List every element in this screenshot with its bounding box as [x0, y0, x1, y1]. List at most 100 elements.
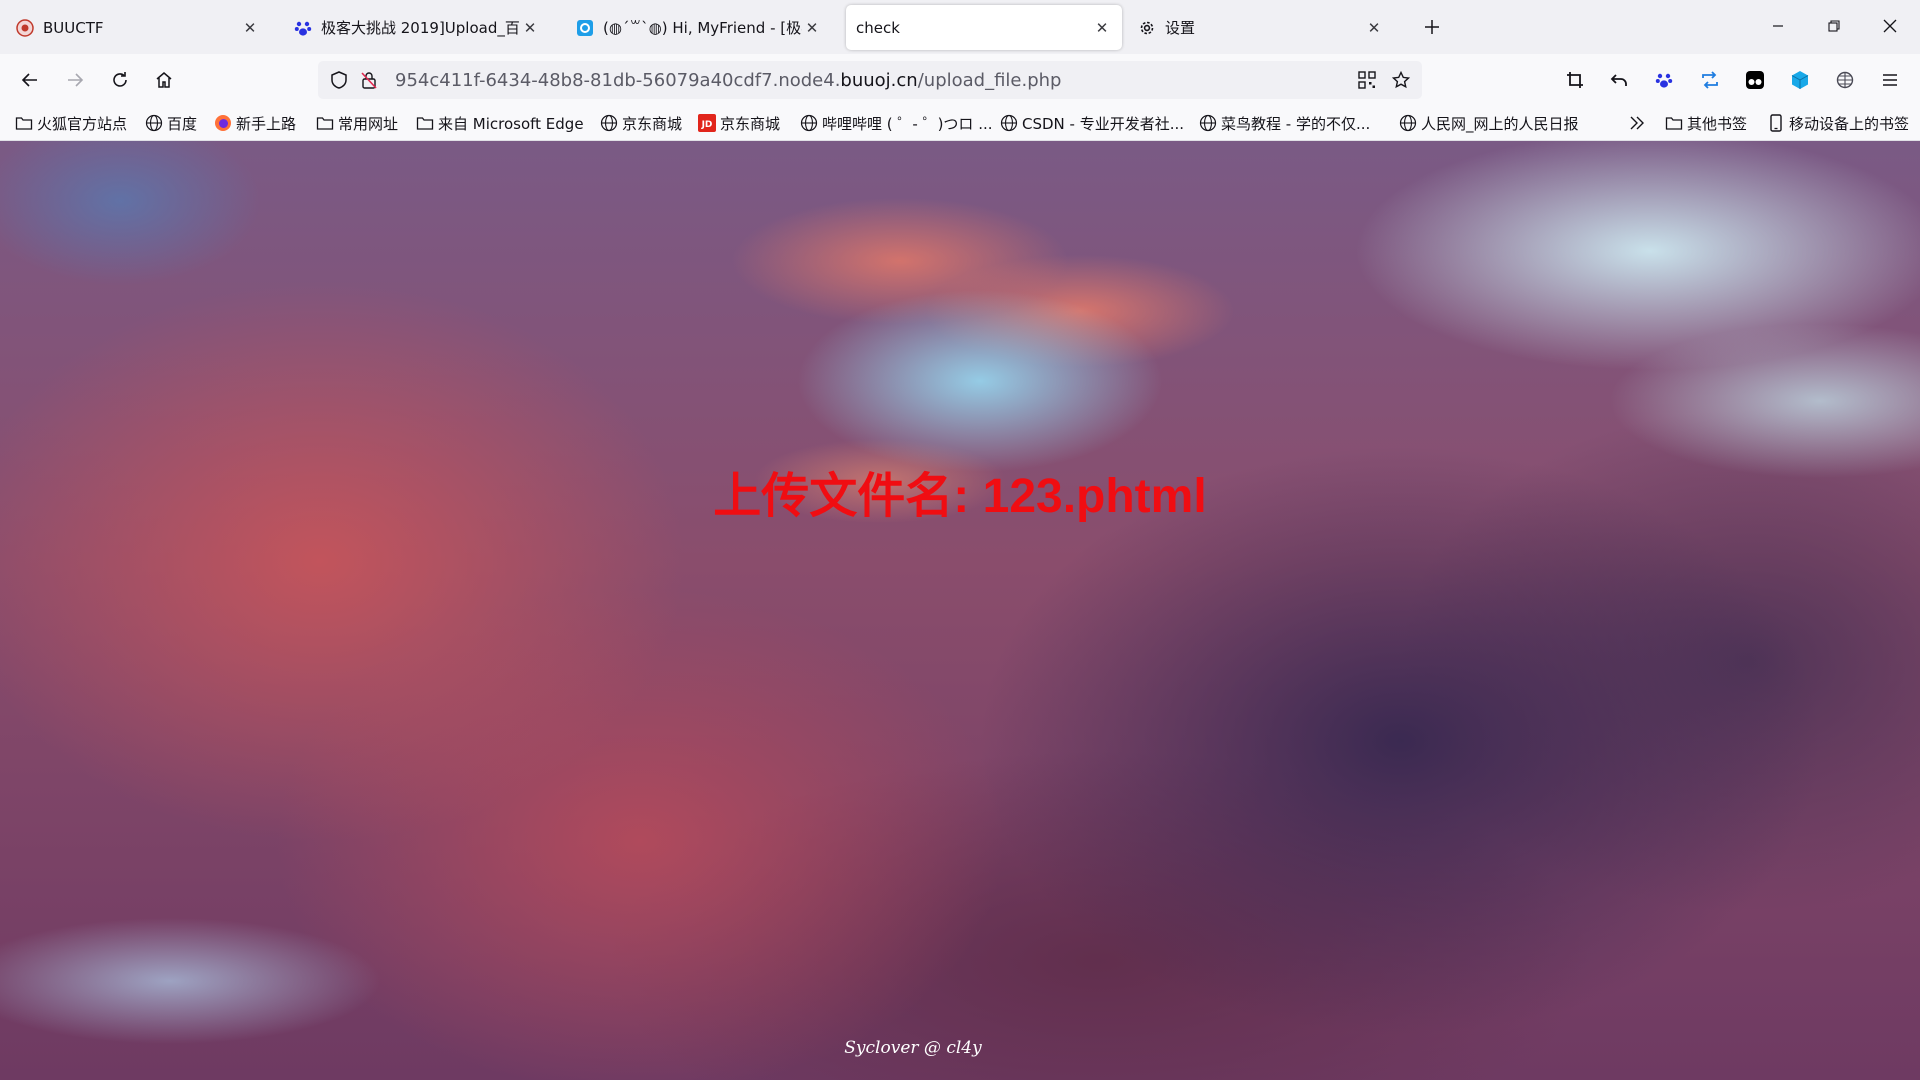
globe-icon: [800, 114, 818, 132]
baidu-paw-icon: [294, 19, 312, 37]
bookmark-item[interactable]: JD 京东商城: [698, 111, 780, 135]
globe-icon: [1000, 114, 1018, 132]
bookmark-item[interactable]: 百度: [145, 111, 197, 135]
bookmark-label: 哔哩哔哩 ( ゜- ゜)つロ ...: [822, 114, 993, 133]
close-window-button[interactable]: [1868, 6, 1912, 46]
tampermonkey-button[interactable]: [1739, 64, 1771, 96]
bookmark-label: 人民网_网上的人民日报: [1421, 114, 1579, 133]
bookmark-item-other[interactable]: 其他书签: [1665, 111, 1747, 135]
tab-hi-myfriend[interactable]: (◍´꒳`◍) Hi, MyFriend - [极客大 ✕: [566, 5, 832, 50]
folder-icon: [1665, 114, 1683, 132]
reload-button[interactable]: [104, 64, 136, 96]
menu-button[interactable]: [1874, 64, 1906, 96]
mobile-icon: [1767, 114, 1785, 132]
url-path: /upload_file.php: [917, 70, 1062, 91]
bookmark-item[interactable]: 常用网址: [316, 111, 398, 135]
tab-check[interactable]: check ✕: [846, 5, 1122, 50]
bookmark-item[interactable]: 新手上路: [214, 111, 296, 135]
close-tab-icon[interactable]: ✕: [240, 18, 260, 38]
globe-icon: [600, 114, 618, 132]
globe-icon: [1399, 114, 1417, 132]
buuctf-logo-icon: [16, 18, 34, 37]
navigation-toolbar: 954c411f-6434-48b8-81db-56079a40cdf7.nod…: [0, 54, 1920, 106]
close-tab-icon[interactable]: ✕: [802, 18, 822, 38]
forward-button[interactable]: [59, 64, 91, 96]
bookmark-item[interactable]: 哔哩哔哩 ( ゜- ゜)つロ ...: [800, 111, 993, 135]
bookmark-label: 火狐官方站点: [37, 114, 128, 133]
upload-result-message: 上传文件名: 123.phtml: [713, 470, 1207, 523]
minimize-icon: [1773, 25, 1783, 27]
bookmark-label: 京东商城: [622, 114, 683, 133]
bookmark-label: 京东商城: [720, 114, 781, 133]
tab-title: (◍´꒳`◍) Hi, MyFriend - [极客大: [603, 19, 802, 37]
cube-icon: [1791, 71, 1809, 89]
home-button[interactable]: [148, 64, 180, 96]
tab-strip: BUUCTF ✕ 极客大挑战 2019]Upload_百度 ✕ (◍´꒳`◍) …: [0, 0, 1920, 54]
bookmark-star-icon[interactable]: [1390, 69, 1412, 91]
svg-text:JD: JD: [701, 120, 713, 130]
folder-icon: [15, 114, 33, 132]
page-content: 上传文件名: 123.phtml Syclover @ cl4y: [0, 141, 1920, 1080]
tracking-shield-icon[interactable]: [328, 69, 350, 91]
bookmark-label: 菜鸟教程 - 学的不仅...: [1221, 114, 1371, 133]
bookmark-item-mobile[interactable]: 移动设备上的书签: [1767, 111, 1909, 135]
bookmarks-overflow-button[interactable]: [1628, 111, 1650, 135]
bookmark-label: 百度: [167, 114, 198, 133]
globe-icon: [145, 114, 163, 132]
folder-icon: [416, 114, 434, 132]
undo-close-tab-button[interactable]: [1603, 64, 1635, 96]
folder-icon: [316, 114, 334, 132]
bookmark-label: 移动设备上的书签: [1789, 114, 1910, 133]
sync-extension-button[interactable]: [1694, 64, 1726, 96]
minimize-button[interactable]: [1756, 6, 1800, 46]
bookmark-label: 常用网址: [338, 114, 399, 133]
qr-code-icon[interactable]: [1356, 69, 1378, 91]
close-tab-icon[interactable]: ✕: [520, 18, 540, 38]
reload-icon: [113, 72, 127, 87]
address-bar[interactable]: 954c411f-6434-48b8-81db-56079a40cdf7.nod…: [318, 61, 1422, 99]
insecure-lock-icon[interactable]: [358, 69, 380, 91]
bookmark-item[interactable]: 菜鸟教程 - 学的不仅...: [1199, 111, 1370, 135]
tab-upload-baidu[interactable]: 极客大挑战 2019]Upload_百度 ✕: [284, 5, 550, 50]
bookmark-item[interactable]: 人民网_网上的人民日报: [1399, 111, 1579, 135]
close-tab-icon[interactable]: ✕: [1092, 18, 1112, 38]
footer-credit: Syclover @ cl4y: [844, 1038, 982, 1058]
home-icon: [156, 72, 172, 88]
tab-buuctf[interactable]: BUUCTF ✕: [6, 5, 270, 50]
crop-icon: [1567, 72, 1583, 88]
double-chevron-right-icon: [1628, 114, 1646, 132]
tab-title: check: [856, 18, 900, 37]
screenshot-crop-button[interactable]: [1559, 64, 1591, 96]
bookmarks-toolbar: 火狐官方站点 百度 新手上路 常用网址 来自 Microsoft Edge 京东…: [0, 106, 1920, 141]
undo-arrow-icon: [1610, 74, 1627, 86]
baidu-extension-button[interactable]: [1648, 64, 1680, 96]
new-tab-button[interactable]: [1418, 13, 1446, 41]
network-extension-button[interactable]: [1829, 64, 1861, 96]
close-tab-icon[interactable]: ✕: [1364, 18, 1384, 38]
tampermonkey-icon: [1746, 71, 1764, 89]
restore-button[interactable]: [1812, 6, 1856, 46]
tab-title: 极客大挑战 2019]Upload_百度: [321, 19, 520, 37]
bookmark-item[interactable]: 来自 Microsoft Edge: [416, 111, 584, 135]
bookmark-label: 新手上路: [236, 114, 297, 133]
hamburger-menu-icon: [1883, 74, 1897, 86]
back-button[interactable]: [14, 64, 46, 96]
plus-icon: [1425, 20, 1439, 34]
forward-arrow-icon: [68, 73, 84, 87]
url-prefix: 954c411f-6434-48b8-81db-56079a40cdf7.nod…: [395, 70, 841, 91]
bookmark-item[interactable]: CSDN - 专业开发者社...: [1000, 111, 1184, 135]
bookmark-label: CSDN - 专业开发者社...: [1022, 114, 1185, 133]
close-icon: [1883, 19, 1897, 33]
baidu-paw-icon: [1655, 73, 1673, 88]
cube-extension-button[interactable]: [1784, 64, 1816, 96]
url-domain: buuoj.cn: [840, 70, 918, 91]
globe-icon: [1199, 114, 1217, 132]
tab-settings[interactable]: 设置 ✕: [1128, 5, 1394, 50]
firefox-icon: [214, 114, 232, 132]
bookmark-item[interactable]: 火狐官方站点: [15, 111, 127, 135]
restore-icon: [1828, 20, 1840, 32]
bookmark-item[interactable]: 京东商城: [600, 111, 682, 135]
back-arrow-icon: [21, 73, 37, 87]
sync-arrows-icon: [1702, 71, 1718, 89]
url-text[interactable]: 954c411f-6434-48b8-81db-56079a40cdf7.nod…: [395, 70, 1061, 91]
